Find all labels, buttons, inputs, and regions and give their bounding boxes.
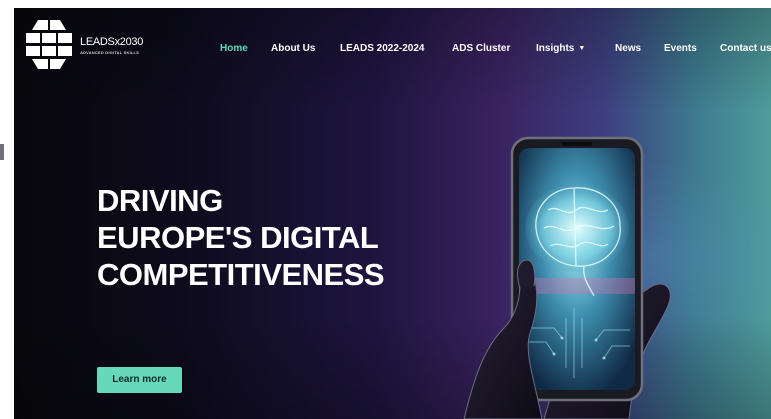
logo[interactable]: LEADSx2030 ADVANCED DIGITAL SKILLS [22,18,172,78]
page: LEADSx2030 ADVANCED DIGITAL SKILLS Home … [0,0,771,419]
nav-item-news[interactable]: News [615,43,641,54]
nav-item-ads-cluster[interactable]: ADS Cluster [452,43,510,54]
learn-more-button[interactable]: Learn more [97,367,182,393]
hero-headline-line-2: EUROPE'S DIGITAL [97,220,379,255]
nav-item-insights-label: Insights [536,43,575,54]
smartphone-brain-illustration [463,136,671,419]
hero-headline-line-3: COMPETITIVENESS [97,257,385,292]
chevron-down-icon: ▼ [578,45,586,52]
hero-section: LEADSx2030 ADVANCED DIGITAL SKILLS Home … [14,8,771,419]
brand-tagline: ADVANCED DIGITAL SKILLS [80,50,140,55]
nav-item-home[interactable]: Home [220,43,248,54]
side-tab[interactable] [0,144,4,160]
nav-item-contact-us[interactable]: Contact us [720,43,771,54]
hero-headline-line-1: DRIVING [97,183,223,218]
nav-item-events[interactable]: Events [664,43,697,54]
nav-item-insights[interactable]: Insights ▼ [536,43,585,54]
logo-mark-icon [26,20,72,69]
brand-name: LEADSx2030 [80,36,144,48]
nav-item-leads-2022-2024[interactable]: LEADS 2022-2024 [340,43,425,54]
hero-headline: DRIVING EUROPE'S DIGITAL COMPETITIVENESS [97,182,385,293]
nav-item-about-us[interactable]: About Us [271,43,315,54]
